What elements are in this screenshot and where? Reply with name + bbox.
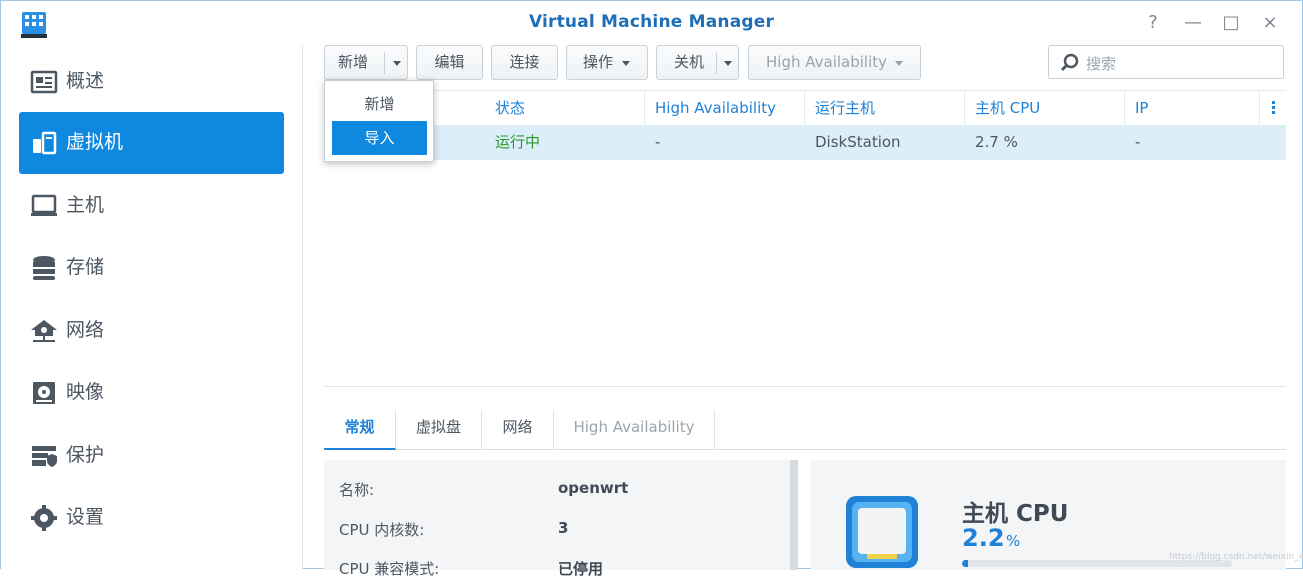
table-row[interactable]: 运行中 - DiskStation 2.7 % - bbox=[324, 125, 1286, 160]
vm-status: 运行中 bbox=[495, 133, 541, 151]
protection-icon bbox=[32, 446, 57, 467]
vm-high-availability: - bbox=[655, 133, 661, 151]
sidebar-item-settings[interactable]: 设置 bbox=[19, 487, 284, 549]
sidebar-item-storage[interactable]: 存储 bbox=[19, 237, 284, 299]
search-input[interactable]: 搜索 bbox=[1048, 45, 1284, 79]
edit-button[interactable]: 编辑 bbox=[416, 45, 483, 80]
network-icon bbox=[31, 320, 57, 342]
add-button-label: 新增 bbox=[338, 53, 369, 71]
column-header-running-host[interactable]: 运行主机 bbox=[805, 91, 965, 125]
split-divider bbox=[384, 52, 385, 74]
overview-icon bbox=[30, 70, 58, 94]
shutdown-button-label: 关机 bbox=[674, 53, 705, 71]
connect-button[interactable]: 连接 bbox=[491, 45, 558, 80]
add-dropdown-menu: 新增 导入 bbox=[324, 80, 434, 162]
detail-tabs: 常规 虚拟盘 网络 High Availability bbox=[324, 410, 1286, 450]
menu-item-import[interactable]: 导入 bbox=[332, 121, 427, 155]
sidebar-item-host[interactable]: 主机 bbox=[19, 175, 284, 237]
sidebar-item-network[interactable]: 网络 bbox=[19, 300, 284, 362]
high-availability-menu-button[interactable]: High Availability bbox=[748, 45, 921, 80]
sidebar-item-overview[interactable]: 概述 bbox=[19, 51, 284, 113]
sidebar-item-label: 网络 bbox=[66, 319, 105, 341]
chevron-down-icon bbox=[895, 61, 903, 66]
image-icon bbox=[33, 382, 55, 404]
sidebar-item-label: 概述 bbox=[66, 70, 105, 92]
sidebar-item-label: 主机 bbox=[66, 194, 105, 216]
host-cpu-progress-fill bbox=[962, 560, 968, 567]
resize-handle[interactable] bbox=[324, 386, 1286, 389]
sidebar-item-label: 保护 bbox=[66, 444, 105, 466]
sidebar-item-label: 映像 bbox=[66, 381, 105, 403]
help-button[interactable]: ? bbox=[1141, 11, 1165, 35]
add-split-button[interactable]: 新增 bbox=[324, 45, 408, 80]
shutdown-dropdown-caret-icon[interactable] bbox=[724, 61, 732, 66]
column-header-host-cpu[interactable]: 主机 CPU bbox=[965, 91, 1125, 125]
vm-ip: - bbox=[1135, 133, 1141, 151]
high-availability-button-label: High Availability bbox=[766, 53, 888, 71]
sidebar-item-virtual-machine[interactable]: 虚拟机 bbox=[19, 112, 284, 174]
column-header-high-availability[interactable]: High Availability bbox=[645, 91, 805, 125]
sidebar-item-label: 虚拟机 bbox=[66, 131, 124, 153]
sidebar-item-protection[interactable]: 保护 bbox=[19, 425, 284, 487]
search-icon bbox=[1060, 53, 1079, 72]
search-placeholder: 搜索 bbox=[1086, 55, 1117, 73]
tab-virtual-disk[interactable]: 虚拟盘 bbox=[396, 410, 482, 450]
cpu-cores-value: 3 bbox=[558, 519, 569, 537]
tab-high-availability[interactable]: High Availability bbox=[554, 410, 715, 450]
name-label: 名称: bbox=[339, 481, 375, 499]
sidebar-item-label: 存储 bbox=[66, 256, 105, 278]
column-menu-icon[interactable] bbox=[1272, 101, 1275, 115]
details-scrollbar[interactable] bbox=[790, 460, 798, 570]
sidebar: 概述 虚拟机 主机 存储 网络 映像 保护 设置 bbox=[1, 45, 303, 569]
host-cpu-unit: % bbox=[1006, 532, 1021, 550]
vm-running-host: DiskStation bbox=[815, 133, 901, 151]
virtual-machine-manager-window: Virtual Machine Manager ? — □ × 概述 虚拟机 主… bbox=[0, 0, 1303, 578]
action-button-label: 操作 bbox=[583, 53, 614, 71]
storage-icon bbox=[33, 256, 55, 280]
sidebar-item-label: 设置 bbox=[66, 506, 105, 528]
host-cpu-title: 主机 CPU bbox=[962, 501, 1069, 527]
general-details-panel: 名称: openwrt CPU 内核数: 3 CPU 兼容模式: 已停用 bbox=[324, 460, 798, 578]
host-cpu-value: 2.2 bbox=[962, 524, 1005, 552]
add-dropdown-caret-icon[interactable] bbox=[393, 61, 401, 66]
shutdown-split-button[interactable]: 关机 bbox=[656, 45, 739, 80]
host-icon bbox=[31, 194, 57, 216]
menu-item-add[interactable]: 新增 bbox=[332, 87, 427, 121]
settings-icon bbox=[31, 505, 57, 531]
close-button[interactable]: × bbox=[1258, 11, 1282, 35]
maximize-button[interactable]: □ bbox=[1219, 11, 1243, 35]
vm-host-cpu: 2.7 % bbox=[975, 133, 1018, 151]
virtual-machine-icon bbox=[33, 131, 57, 155]
title-bar: Virtual Machine Manager ? — □ × bbox=[1, 1, 1302, 45]
watermark-text: https://blog.csdn.net/weixin_43895966 bbox=[1169, 552, 1303, 562]
name-value: openwrt bbox=[558, 479, 629, 497]
tab-network[interactable]: 网络 bbox=[482, 410, 554, 450]
vm-grid: 状态 High Availability 运行主机 主机 CPU IP 运行中 … bbox=[324, 90, 1286, 386]
cpu-cores-label: CPU 内核数: bbox=[339, 521, 425, 539]
minimize-button[interactable]: — bbox=[1181, 11, 1205, 35]
tab-general[interactable]: 常规 bbox=[324, 410, 396, 450]
column-header-status[interactable]: 状态 bbox=[485, 91, 645, 125]
chevron-down-icon bbox=[622, 61, 630, 66]
cpu-chip-icon bbox=[846, 496, 918, 568]
window-title: Virtual Machine Manager bbox=[528, 12, 775, 32]
action-menu-button[interactable]: 操作 bbox=[566, 45, 648, 80]
column-header-ip[interactable]: IP bbox=[1125, 91, 1260, 125]
sidebar-item-image[interactable]: 映像 bbox=[19, 362, 284, 424]
split-divider bbox=[716, 52, 717, 74]
